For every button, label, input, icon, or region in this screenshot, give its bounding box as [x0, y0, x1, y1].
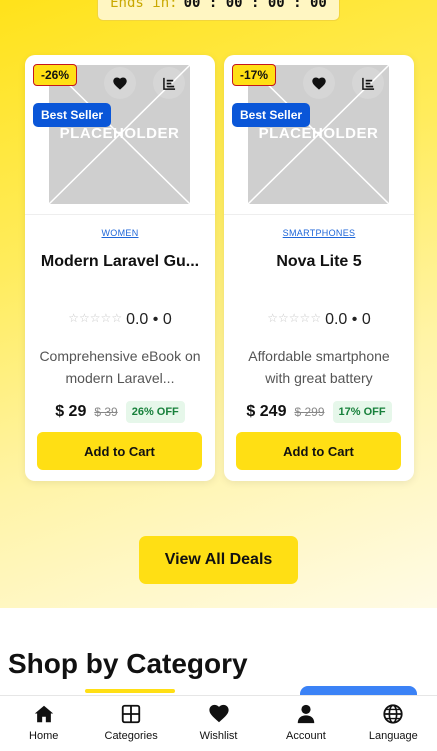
nav-label: Language [368, 730, 418, 742]
product-card[interactable]: PLACEHOLDER -26% Best Seller WOMEN Moder… [25, 55, 215, 481]
view-all-deals-button[interactable]: View All Deals [139, 536, 298, 584]
globe-icon [383, 704, 403, 724]
flash-deals-section: Ends in: 00 : 00 : 00 : 00 PLACEHOLDER -… [0, 0, 437, 608]
rating-value: 0.0 • 0 [325, 311, 371, 328]
best-seller-badge: Best Seller [232, 103, 311, 127]
nav-item-categories[interactable]: Categories [87, 696, 174, 751]
nav-label: Categories [104, 730, 158, 742]
compare-button[interactable] [352, 67, 384, 99]
product-rating: ☆☆☆☆☆ 0.0 • 0 [25, 311, 215, 329]
best-seller-badge: Best Seller [33, 103, 112, 127]
section-title: Shop by Category [8, 648, 248, 679]
countdown-time: 00 : 00 : 00 : 00 [183, 0, 327, 11]
price-row: $ 249 $ 299 17% OFF [224, 401, 414, 423]
product-image-area[interactable]: PLACEHOLDER -17% Best Seller [224, 55, 414, 215]
percent-off-badge: 26% OFF [125, 401, 185, 423]
nav-item-account[interactable]: Account [262, 696, 349, 751]
heart-icon [312, 76, 326, 90]
percent-off-badge: 17% OFF [332, 401, 392, 423]
discount-badge: -26% [33, 64, 78, 86]
compare-chart-icon [162, 77, 175, 90]
title-underline [85, 689, 175, 693]
home-icon [34, 705, 53, 723]
product-title[interactable]: Nova Lite 5 [234, 253, 404, 271]
original-price: $ 39 [94, 405, 118, 419]
grid-icon [121, 704, 141, 724]
heart-icon [208, 704, 229, 723]
rating-stars: ☆☆☆☆☆ [68, 311, 123, 325]
nav-item-home[interactable]: Home [0, 696, 87, 751]
nav-label: Wishlist [199, 730, 238, 742]
rating-stars: ☆☆☆☆☆ [267, 311, 322, 325]
compare-chart-icon [361, 77, 374, 90]
product-title[interactable]: Modern Laravel Gu... [35, 253, 205, 271]
wishlist-button[interactable] [303, 67, 335, 99]
rating-value: 0.0 • 0 [126, 311, 172, 328]
product-description: Affordable smartphone with great battery [248, 348, 390, 386]
original-price: $ 299 [294, 405, 325, 419]
product-category-link[interactable]: SMARTPHONES [224, 228, 414, 238]
wishlist-button[interactable] [104, 67, 136, 99]
nav-item-wishlist[interactable]: Wishlist [175, 696, 262, 751]
bottom-navigation: Home Categories Wishlist Account Languag… [0, 695, 437, 751]
product-rating: ☆☆☆☆☆ 0.0 • 0 [224, 311, 414, 329]
placeholder-text: PLACEHOLDER [258, 125, 379, 142]
product-image-area[interactable]: PLACEHOLDER -26% Best Seller [25, 55, 215, 215]
add-to-cart-button[interactable]: Add to Cart [236, 432, 401, 470]
countdown-timer: Ends in: 00 : 00 : 00 : 00 [97, 0, 340, 21]
heart-icon [113, 76, 127, 90]
nav-label: Account [286, 730, 326, 742]
discount-badge: -17% [232, 64, 277, 86]
nav-item-language[interactable]: Language [350, 696, 437, 751]
product-description: Comprehensive eBook on modern Laravel... [39, 348, 201, 386]
compare-button[interactable] [153, 67, 185, 99]
price-row: $ 29 $ 39 26% OFF [25, 401, 215, 423]
add-to-cart-button[interactable]: Add to Cart [37, 432, 202, 470]
nav-label: Home [29, 730, 59, 742]
product-card[interactable]: PLACEHOLDER -17% Best Seller SMARTPHONES… [224, 55, 414, 481]
product-category-link[interactable]: WOMEN [25, 228, 215, 238]
countdown-label: Ends in: [110, 0, 178, 11]
current-price: $ 29 [55, 403, 87, 420]
placeholder-text: PLACEHOLDER [59, 125, 180, 142]
current-price: $ 249 [246, 403, 287, 420]
user-icon [297, 704, 315, 724]
